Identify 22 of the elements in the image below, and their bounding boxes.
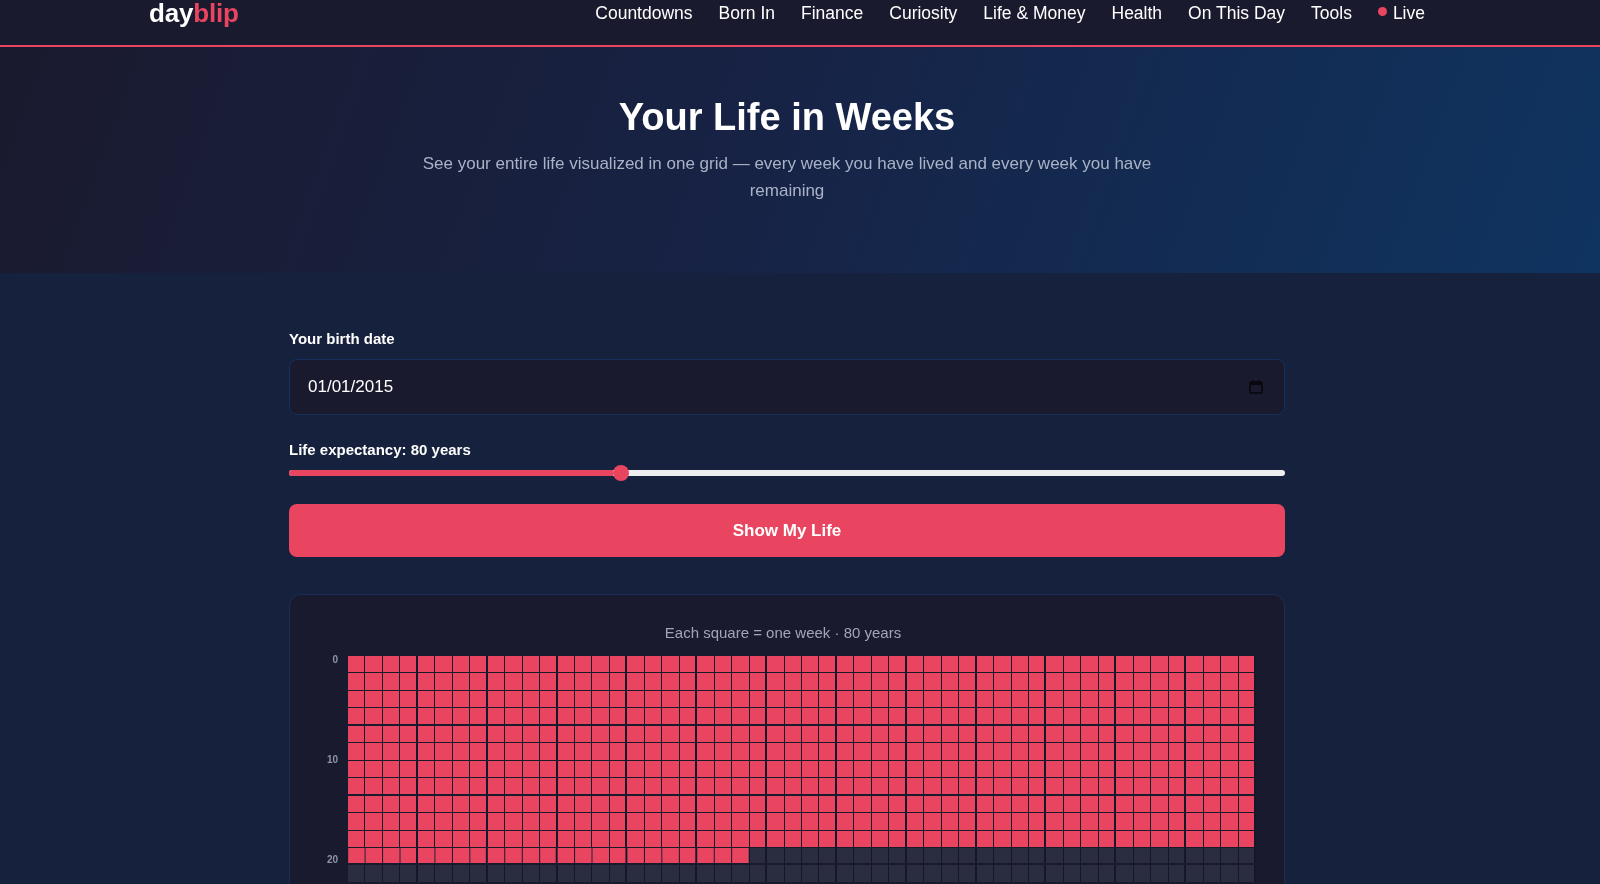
page-subtitle: See your entire life visualized in one grid — every week you have lived and every week you have remaining	[421, 153, 1153, 202]
slider-label: Life expectancy: 80 years	[289, 440, 471, 460]
show-life-button[interactable]: Show My Life	[289, 504, 1285, 557]
page-title: Your Life in Weeks	[618, 95, 956, 140]
nav-link[interactable]: Born In	[718, 0, 775, 26]
nav-link[interactable]: Live	[1377, 0, 1425, 26]
nav-link[interactable]: Tools	[1311, 0, 1352, 26]
grid-caption: Each square = one week · 80 years	[664, 623, 902, 643]
nav-link[interactable]: Curiosity	[889, 0, 958, 26]
nav-link[interactable]: Finance	[801, 0, 864, 26]
year-label: 20	[326, 854, 338, 866]
nav-link[interactable]: On This Day	[1188, 0, 1286, 26]
nav-link[interactable]: Health	[1111, 0, 1163, 26]
nav-link[interactable]: Life & Money	[983, 0, 1086, 26]
logo[interactable]: dayblip	[149, 0, 239, 26]
year-label: 10	[326, 754, 338, 766]
nav-link[interactable]: Countdowns	[595, 0, 693, 26]
live-dot-icon	[1377, 7, 1387, 16]
year-label: 0	[332, 654, 338, 666]
slider-thumb[interactable]	[612, 465, 629, 481]
field-label: Your birth date	[289, 329, 395, 349]
date-input[interactable]: 01/01/2015	[289, 359, 1285, 415]
